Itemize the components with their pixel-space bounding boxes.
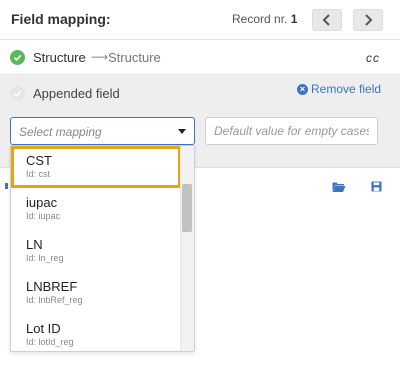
mapping-select[interactable]: Select mapping	[10, 117, 195, 145]
save-icon[interactable]	[371, 181, 382, 192]
option-label: LN	[26, 237, 43, 252]
dropdown-option[interactable]: LN Id: ln_reg	[11, 230, 181, 272]
field-type-code: cc	[366, 51, 380, 65]
record-number: 1	[290, 12, 298, 26]
arrow-right-icon: ⟶	[91, 50, 109, 64]
caret-down-icon	[178, 129, 186, 134]
remove-field-link[interactable]: × Remove field	[297, 82, 381, 96]
structure-mapping-row[interactable]: Structure ⟶ Structure cc	[0, 40, 400, 75]
previous-record-button[interactable]	[312, 9, 342, 31]
page-title: Field mapping:	[11, 11, 111, 27]
mapping-dropdown-list[interactable]: CST Id: cst iupac Id: iupac LN Id: ln_re…	[10, 145, 195, 352]
dropdown-option[interactable]: iupac Id: iupac	[11, 188, 181, 230]
option-label: Lot ID	[26, 321, 61, 336]
option-id: Id: iupac	[26, 211, 61, 221]
default-value-input[interactable]	[205, 117, 378, 145]
row-marker	[5, 183, 8, 189]
remove-field-label: Remove field	[311, 82, 382, 96]
option-id: Id: ln_reg	[26, 253, 64, 263]
appended-field-label: Appended field	[33, 86, 120, 101]
dropdown-option[interactable]: CST Id: cst	[11, 146, 181, 188]
select-placeholder: Select mapping	[19, 125, 102, 139]
chevron-left-icon	[322, 14, 330, 26]
folder-open-icon[interactable]	[332, 181, 346, 193]
check-circle-icon	[10, 50, 25, 65]
chevron-right-icon	[365, 14, 373, 26]
record-label: Record nr.	[232, 12, 288, 26]
option-label: iupac	[26, 195, 58, 210]
option-id: Id: lnbRef_reg	[26, 295, 83, 305]
option-id: Id: lotId_reg	[26, 337, 74, 347]
remove-circle-icon: ×	[297, 83, 308, 95]
dropdown-scrollbar[interactable]	[180, 146, 194, 351]
option-label: LNBREF	[26, 279, 78, 294]
target-field-label: Structure	[108, 50, 161, 65]
source-field-label: Structure	[33, 50, 86, 65]
next-record-button[interactable]	[353, 9, 383, 31]
scrollbar-thumb[interactable]	[182, 184, 192, 232]
check-circle-icon	[10, 86, 25, 101]
record-indicator: Record nr. 1	[232, 12, 297, 26]
dropdown-option[interactable]: Lot ID Id: lotId_reg	[11, 314, 181, 351]
option-id: Id: cst	[26, 169, 51, 179]
dropdown-option[interactable]: LNBREF Id: lnbRef_reg	[11, 272, 181, 314]
option-label: CST	[26, 153, 52, 168]
mapping-header: Field mapping: Record nr. 1	[0, 0, 400, 40]
